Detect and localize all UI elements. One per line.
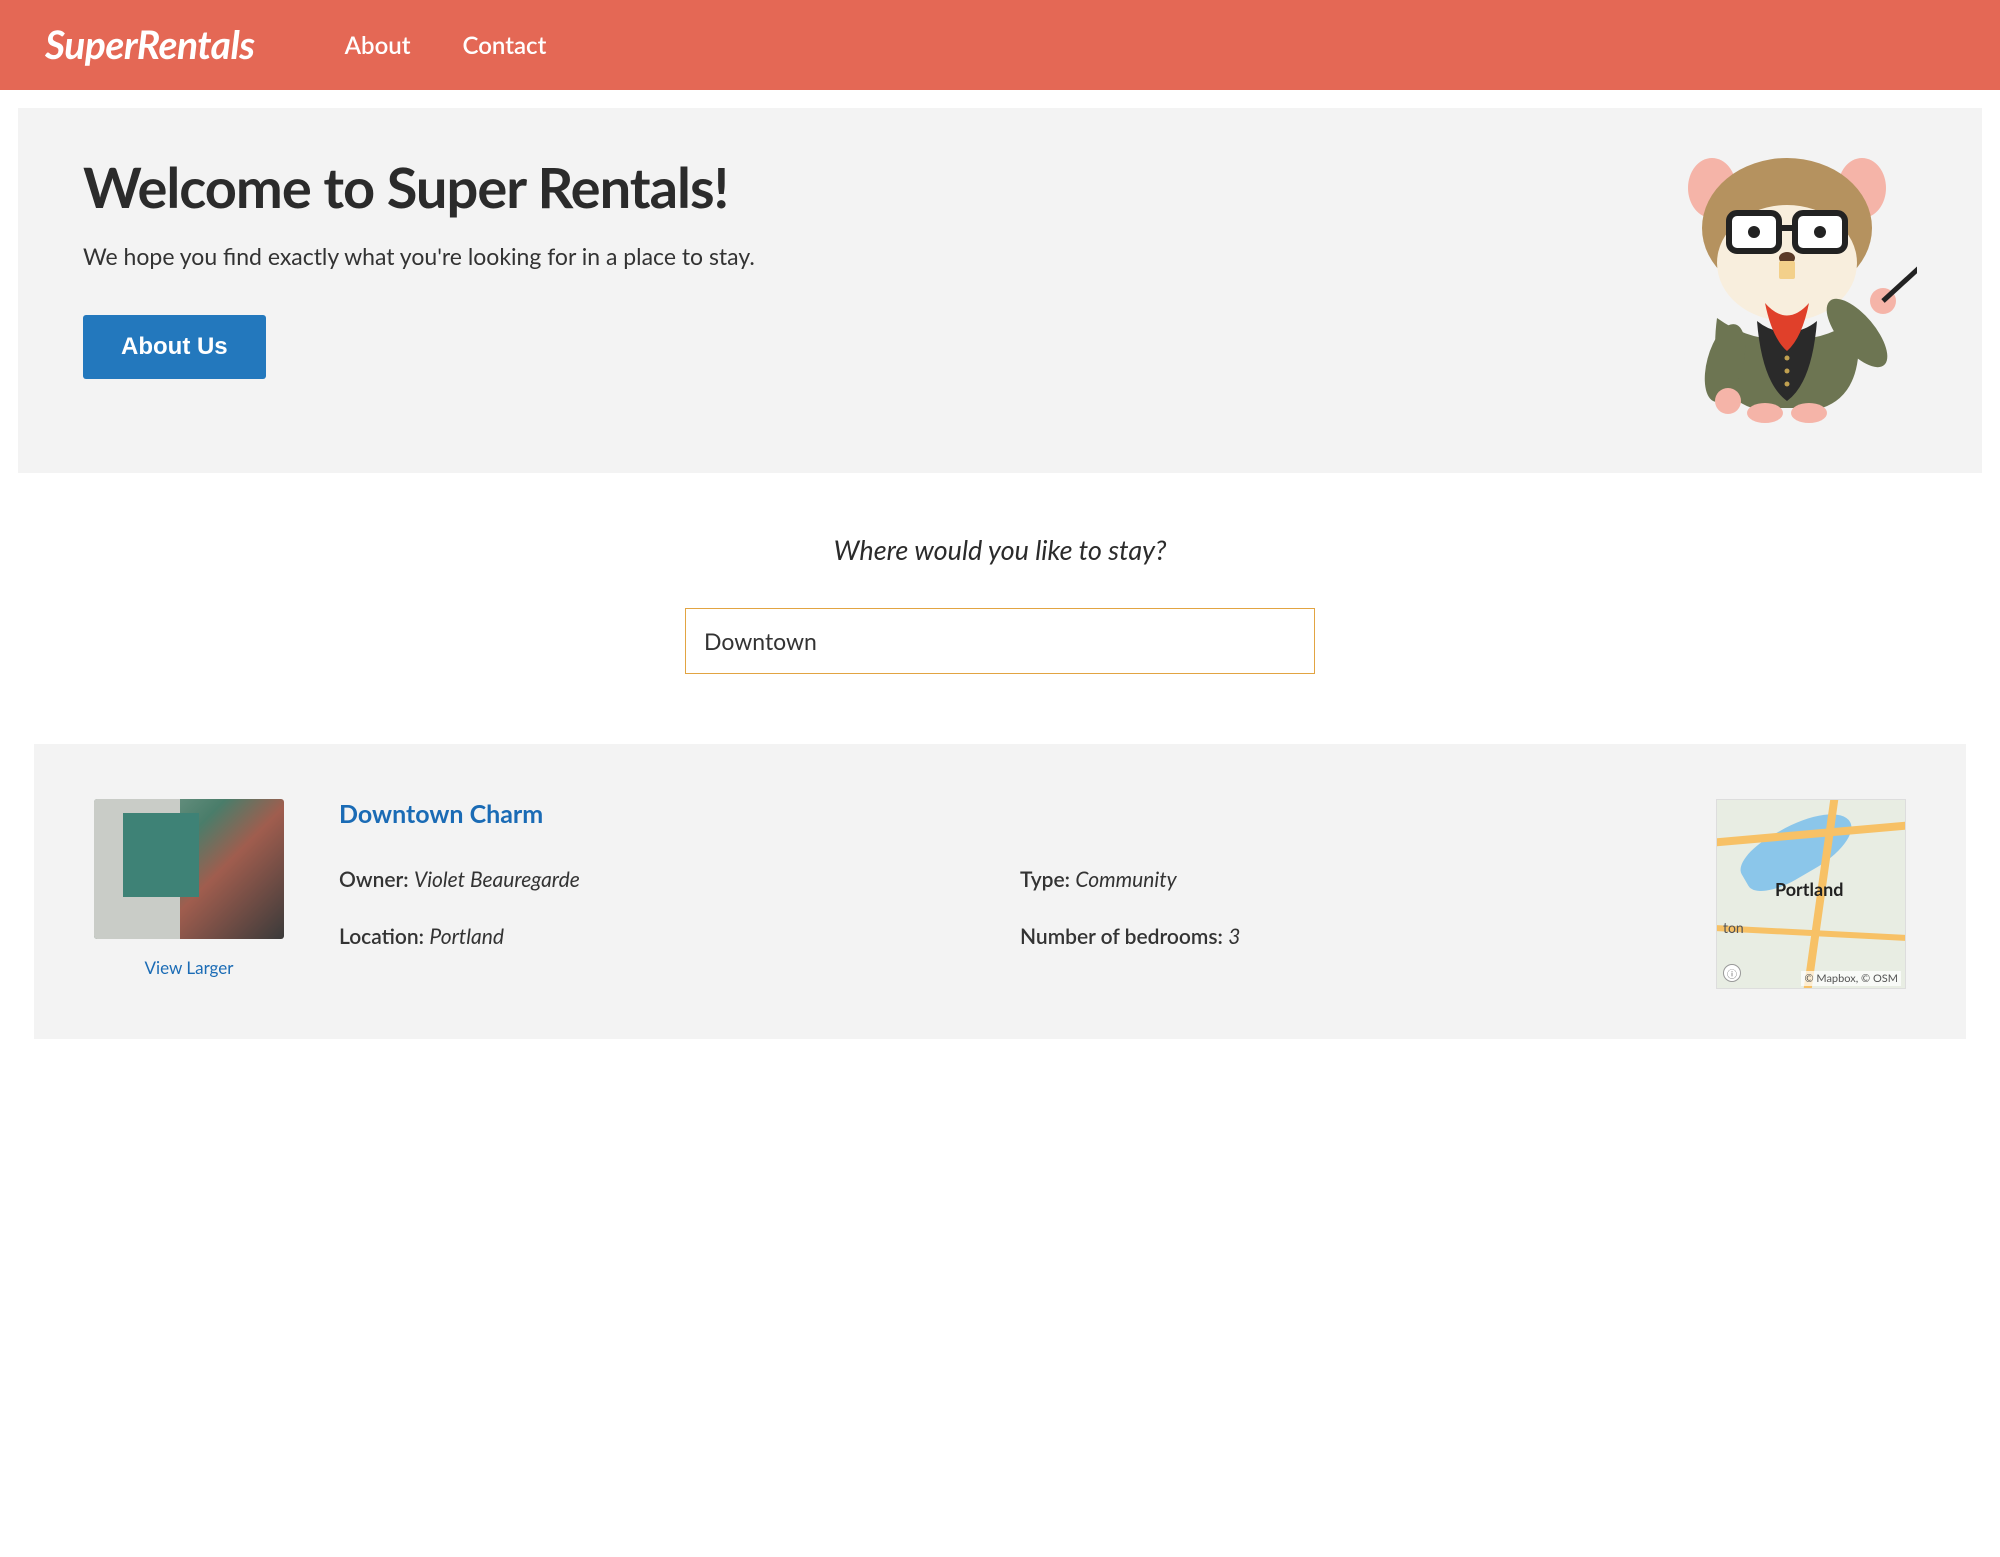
search-section: Where would you like to stay? [0,533,2000,674]
map-attribution: © Mapbox, © OSM [1801,971,1901,986]
map-sublabel: ton [1723,919,1744,936]
rental-image-block: View Larger [94,799,284,978]
map-info-icon[interactable]: ⓘ [1723,964,1741,982]
rental-card: View Larger Downtown Charm Owner: Violet… [34,744,1966,1039]
navbar: SuperRentals About Contact [0,0,2000,90]
rental-image[interactable] [94,799,284,939]
map-city-label: Portland [1775,878,1843,900]
bedrooms-value: 3 [1228,924,1240,949]
page-title: Welcome to Super Rentals! [83,153,755,220]
logo[interactable]: SuperRentals [45,22,255,68]
nav-link-contact[interactable]: Contact [463,31,547,60]
location-label: Location: [339,924,424,949]
about-us-button[interactable]: About Us [83,315,266,379]
jumbo-text: Welcome to Super Rentals! We hope you fi… [83,153,755,379]
rental-owner: Owner: Violet Beauregarde [339,867,980,892]
search-label: Where would you like to stay? [0,533,2000,566]
page-subtitle: We hope you find exactly what you're loo… [83,242,755,270]
bedrooms-label: Number of bedrooms: [1020,924,1223,949]
rental-map[interactable]: Portland ton ⓘ © Mapbox, © OSM [1716,799,1906,989]
nav-link-about[interactable]: About [345,31,411,60]
mascot-icon [1657,153,1917,423]
rental-bedrooms: Number of bedrooms: 3 [1020,924,1661,949]
owner-value: Violet Beauregarde [414,867,580,892]
location-value: Portland [429,924,504,949]
type-label: Type: [1020,867,1070,892]
owner-label: Owner: [339,867,409,892]
jumbo-section: Welcome to Super Rentals! We hope you fi… [18,108,1982,473]
type-value: Community [1075,867,1176,892]
rental-title[interactable]: Downtown Charm [339,799,1661,829]
rental-details: Downtown Charm Owner: Violet Beauregarde… [339,799,1661,949]
nav-links: About Contact [345,31,547,60]
search-input[interactable] [685,608,1315,674]
rental-location: Location: Portland [339,924,980,949]
rental-type: Type: Community [1020,867,1661,892]
rental-properties: Owner: Violet Beauregarde Type: Communit… [339,867,1661,949]
view-larger-link[interactable]: View Larger [145,957,234,978]
